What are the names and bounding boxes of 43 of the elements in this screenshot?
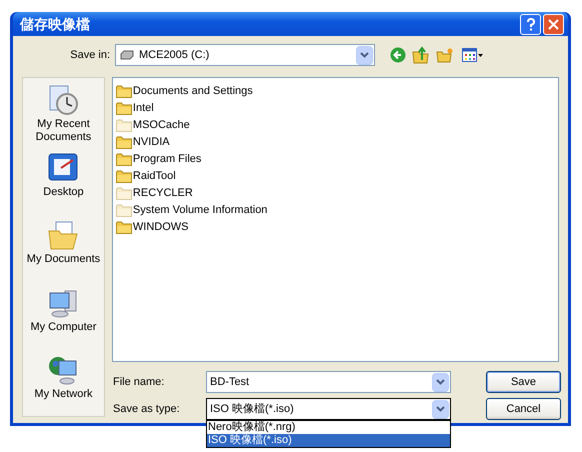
dialog-button[interactable]: Save [486, 371, 561, 393]
folder-item[interactable]: WINDOWS [116, 219, 558, 236]
caret-icon [478, 54, 483, 56]
question-mark-icon [526, 18, 536, 30]
places-item[interactable]: Desktop [23, 152, 104, 214]
folder-item[interactable]: MSOCache [116, 117, 558, 134]
folder-item[interactable]: Documents and Settings [116, 83, 558, 100]
file-name-field[interactable]: BD-Test [206, 371, 451, 393]
dropdown-arrow-button[interactable] [356, 46, 373, 64]
dropdown-arrow-button[interactable] [432, 400, 449, 418]
drive-icon [120, 50, 134, 60]
save-in-dropdown[interactable]: MCE2005 (C:) [115, 44, 375, 66]
places-item[interactable]: My Recent Documents [23, 84, 104, 146]
dropdown-arrow-button[interactable] [432, 372, 449, 392]
new-folder-icon[interactable] [436, 47, 454, 63]
chevron-down-icon [360, 52, 369, 58]
places-item[interactable]: My Computer [23, 286, 104, 348]
save-in-label: Save in: [69, 48, 111, 63]
network-computer-icon [47, 354, 80, 386]
save-as-type-label: Save as type: [113, 402, 181, 417]
folder-item[interactable]: RECYCLER [116, 185, 558, 202]
places-item[interactable]: My Documents [23, 219, 104, 281]
save-as-type-dropdown[interactable]: ISO 映像檔(*.iso) [206, 398, 451, 420]
dropdown-option[interactable]: ISO 映像檔(*.iso) [207, 434, 450, 447]
help-button[interactable] [520, 14, 541, 34]
grid-view-icon [462, 48, 477, 62]
places-item[interactable]: My Network [23, 354, 104, 416]
close-button[interactable] [543, 14, 564, 34]
folder-item[interactable]: Program Files [116, 151, 558, 168]
folder-item[interactable]: RaidTool [116, 168, 558, 185]
folder-item[interactable]: Intel [116, 100, 558, 117]
chevron-down-icon [436, 379, 445, 385]
close-icon [548, 18, 559, 30]
chevron-down-icon [436, 406, 445, 412]
folder-up-icon[interactable] [412, 46, 430, 64]
window-title: 儲存映像檔 [18, 14, 90, 34]
file-name-label: File name: [113, 374, 166, 390]
folder-item[interactable]: System Volume Information [116, 202, 558, 219]
folder-item[interactable]: NVIDIA [116, 134, 558, 151]
dialog-button[interactable]: Cancel [486, 398, 561, 420]
view-menu-button[interactable] [462, 48, 483, 62]
folder-document-icon [47, 219, 80, 252]
document-clock-icon [47, 84, 80, 116]
